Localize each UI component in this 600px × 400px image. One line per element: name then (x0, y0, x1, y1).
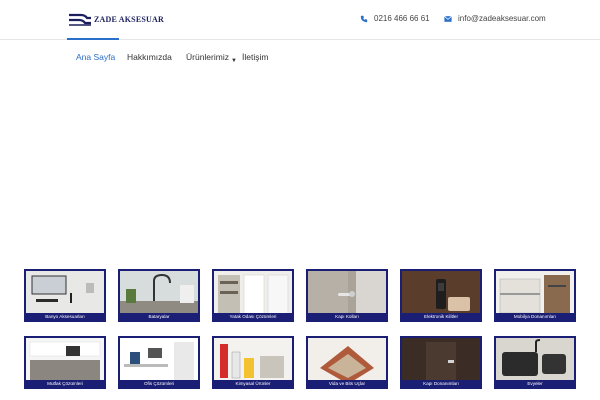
category-label: Elektronik Kilitler (402, 313, 480, 320)
nav-item-about[interactable]: Hakkımızda (127, 52, 172, 62)
category-label: Banyo Aksesuarları (26, 313, 104, 320)
category-label: Mutfak Çözümleri (26, 380, 104, 387)
category-label: Yatak Odası Çözümleri (214, 313, 292, 320)
category-label: Mobilya Donanımları (496, 313, 574, 320)
email-address: info@zadeaksesuar.com (458, 14, 546, 23)
category-card[interactable]: Yatak Odası Çözümleri (212, 269, 294, 322)
category-card[interactable]: Ofis Çözümleri (118, 336, 200, 389)
nav-item-products-label: Ürünlerimiz (186, 52, 229, 62)
category-card[interactable]: Kimyasal Ürünler (212, 336, 294, 389)
category-card[interactable]: Elektronik Kilitler (400, 269, 482, 322)
category-card[interactable]: Evyeler (494, 336, 576, 389)
category-label: Vida ve Bits Uçlar (308, 380, 386, 387)
active-nav-indicator (67, 38, 119, 40)
category-card[interactable]: Kapı Donanımları (400, 336, 482, 389)
phone-number: 0216 466 66 61 (374, 14, 430, 23)
envelope-icon (444, 15, 452, 22)
category-label: Ofis Çözümleri (120, 380, 198, 387)
category-card[interactable]: Banyo Aksesuarları (24, 269, 106, 322)
nav-item-home[interactable]: Ana Sayfa (76, 52, 115, 62)
phone-icon (360, 15, 368, 22)
brand-name: ZADE AKSESUAR (94, 14, 164, 24)
category-card[interactable]: Bataryalar (118, 269, 200, 322)
category-card[interactable]: Mutfak Çözümleri (24, 336, 106, 389)
nav-item-contact[interactable]: İletişim (242, 52, 268, 62)
category-card[interactable]: Vida ve Bits Uçlar (306, 336, 388, 389)
category-label: Kapı Donanımları (402, 380, 480, 387)
category-card[interactable]: Mobilya Donanımları (494, 269, 576, 322)
main-navigation: Ana Sayfa Hakkımızda Ürünlerimiz ▼ İletiş… (0, 40, 600, 76)
category-label: Evyeler (496, 380, 574, 387)
chevron-down-icon: ▼ (230, 58, 237, 64)
email-contact[interactable]: info@zadeaksesuar.com (444, 14, 546, 23)
top-header: ZADE AKSESUAR 0216 466 66 61 info@zadeak… (0, 0, 600, 40)
logo-mark-icon (69, 13, 91, 26)
category-label: Kapı Kolları (308, 313, 386, 320)
nav-item-products[interactable]: Ürünlerimiz ▼ (186, 52, 237, 64)
brand-logo[interactable]: ZADE AKSESUAR (67, 12, 164, 28)
category-card[interactable]: Kapı Kolları (306, 269, 388, 322)
phone-contact[interactable]: 0216 466 66 61 (360, 14, 430, 23)
category-label: Kimyasal Ürünler (214, 380, 292, 387)
category-label: Bataryalar (120, 313, 198, 320)
